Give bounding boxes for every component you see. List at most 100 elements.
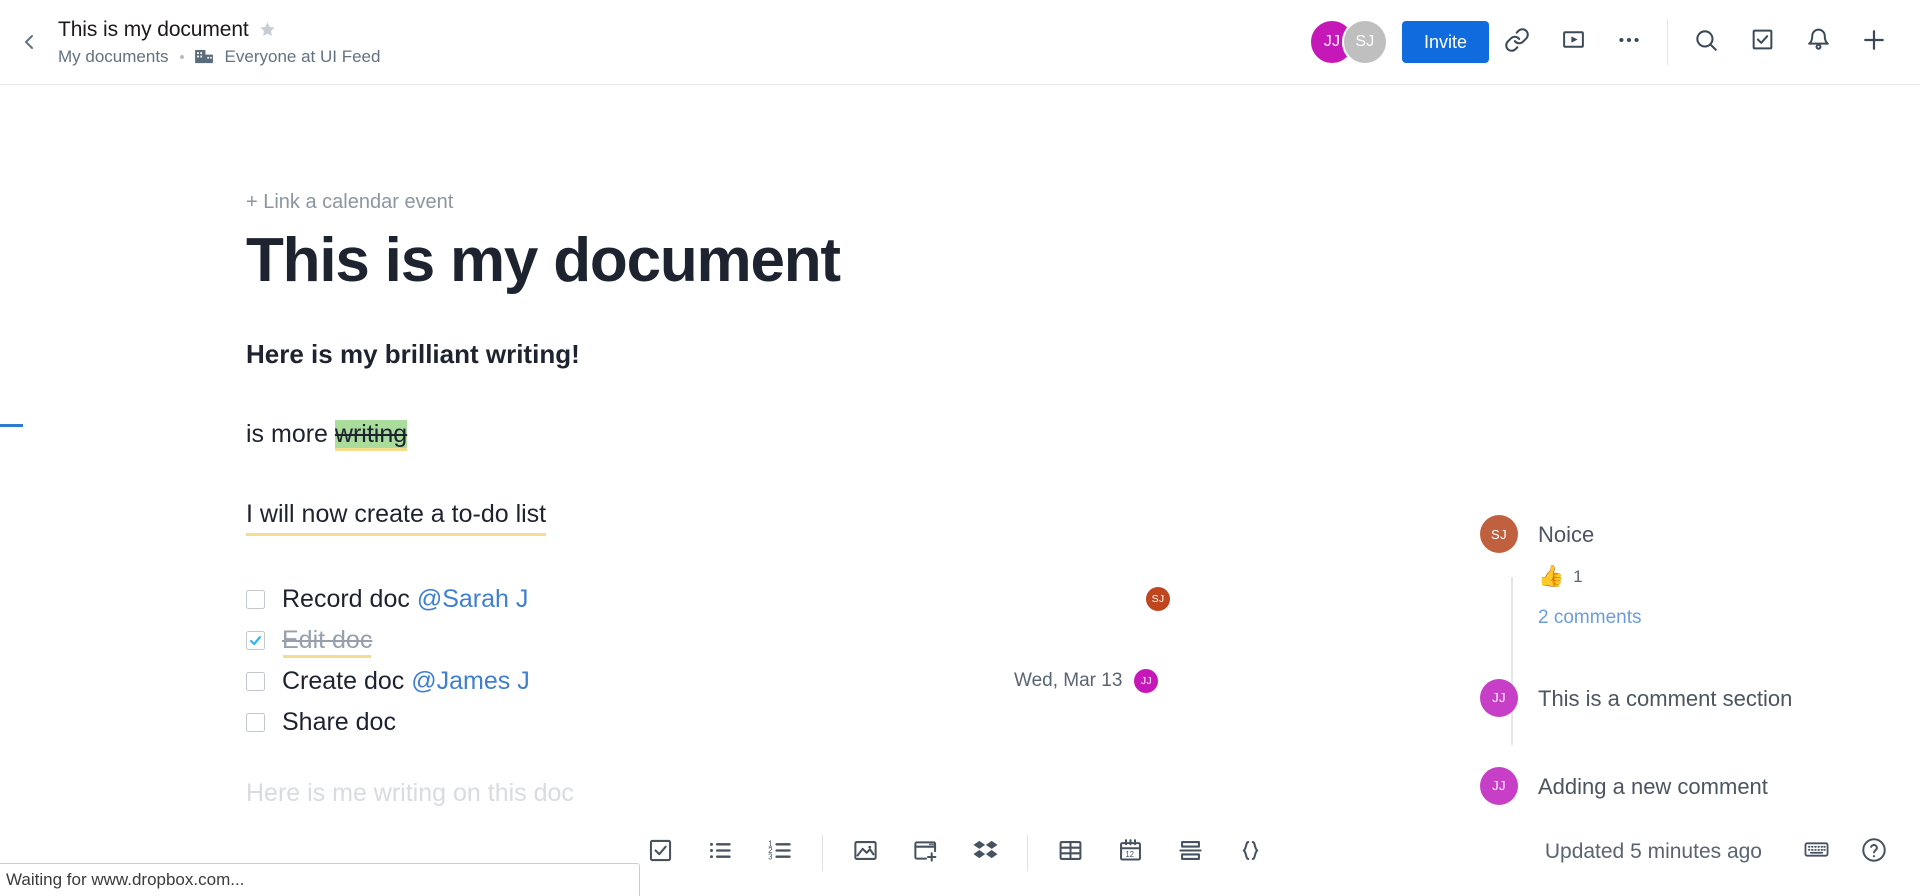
- bell-icon: [1806, 27, 1831, 57]
- embed-icon: [912, 837, 939, 869]
- more-options-button[interactable]: [1601, 14, 1657, 70]
- paragraph-text[interactable]: is more writing: [246, 418, 1920, 452]
- team-name: Everyone at UI Feed: [224, 46, 381, 66]
- insert-calendar-button[interactable]: 12: [1100, 824, 1160, 882]
- search-icon: [1693, 27, 1719, 58]
- view-comments-link[interactable]: 2 comments: [1538, 607, 1641, 629]
- star-icon[interactable]: [259, 21, 276, 38]
- assignee-avatar[interactable]: SJ: [1146, 587, 1170, 612]
- tasks-button[interactable]: [1734, 14, 1790, 70]
- invite-button[interactable]: Invite: [1401, 21, 1489, 63]
- checklist-meta: SJ: [1146, 587, 1170, 612]
- checklist-mention[interactable]: @James J: [404, 667, 529, 696]
- doc-title-row: This is my document: [58, 18, 380, 42]
- thumbs-up-icon: 👍: [1538, 564, 1565, 588]
- building-icon: [194, 49, 214, 64]
- assignee-avatar[interactable]: JJ: [1134, 669, 1159, 694]
- browser-status-text: Waiting for www.dropbox.com...: [6, 870, 245, 889]
- comment-spacer: [1480, 629, 1900, 679]
- checklist-mention[interactable]: @Sarah J: [410, 585, 529, 614]
- comment-avatar[interactable]: JJ: [1480, 678, 1518, 717]
- plus-icon: [1860, 26, 1888, 59]
- paragraph-marker: [0, 424, 23, 428]
- video-icon: [1561, 27, 1586, 57]
- assignee-initials: SJ: [1151, 593, 1165, 606]
- comment-body: This is a comment section: [1538, 679, 1792, 713]
- breadcrumb-separator: [179, 54, 184, 59]
- document-heading[interactable]: This is my document: [246, 226, 1920, 295]
- notifications-button[interactable]: [1790, 14, 1846, 70]
- keyboard-icon: [1803, 836, 1830, 868]
- title-block: This is my document My documents Everyon…: [58, 18, 380, 67]
- insert-embed-button[interactable]: [895, 824, 955, 882]
- svg-text:3: 3: [768, 852, 773, 861]
- comment-text: This is a comment section: [1538, 685, 1793, 711]
- image-icon: [852, 837, 879, 869]
- document-title[interactable]: This is my document: [58, 18, 249, 42]
- bulleted-list-button[interactable]: [690, 824, 750, 882]
- comment-item[interactable]: JJ Adding a new comment: [1480, 766, 1900, 805]
- comment-thread-root[interactable]: SJ Noice 👍 1 2 comments: [1480, 515, 1900, 629]
- comment-text: Adding a new comment: [1538, 773, 1768, 799]
- bulleted-list-icon: [707, 837, 734, 869]
- insert-code-button[interactable]: [1220, 824, 1280, 882]
- paragraph-row: is more writing: [0, 418, 1920, 452]
- code-icon: [1237, 837, 1264, 869]
- checklist-label: Record doc: [282, 584, 410, 613]
- insert-table-button[interactable]: [1040, 824, 1100, 882]
- create-new-button[interactable]: [1846, 14, 1902, 70]
- more-horizontal-icon: [1616, 27, 1642, 58]
- document-subheading[interactable]: Here is my brilliant writing!: [246, 339, 1920, 370]
- avatar-initials: JJ: [1323, 33, 1341, 50]
- copy-link-button[interactable]: [1489, 14, 1545, 70]
- top-bar: This is my document My documents Everyon…: [0, 0, 1920, 85]
- numbered-list-button[interactable]: 1 2 3: [750, 824, 810, 882]
- back-button[interactable]: [6, 19, 52, 65]
- breadcrumb: My documents Everyone at UI Feed: [58, 47, 380, 67]
- comment-spacer: [1480, 717, 1900, 767]
- breadcrumb-my-documents[interactable]: My documents: [58, 47, 169, 67]
- checkbox[interactable]: [246, 589, 265, 609]
- checklist-icon: [647, 837, 674, 869]
- dropbox-paper-app: This is my document My documents Everyon…: [0, 0, 1920, 896]
- bottom-right-status: Updated 5 minutes ago: [1545, 826, 1900, 878]
- insert-divider-button[interactable]: [1160, 824, 1220, 882]
- help-button[interactable]: [1848, 826, 1900, 878]
- checkbox[interactable]: [246, 630, 265, 650]
- svg-text:12: 12: [1125, 850, 1134, 859]
- assignee-initials: JJ: [1140, 675, 1152, 688]
- calendar-icon: 12: [1117, 837, 1144, 869]
- tasks-icon: [1750, 27, 1775, 57]
- checklist-label: Create doc: [282, 666, 405, 695]
- link-calendar-event-button[interactable]: + Link a calendar event: [246, 191, 453, 214]
- toolbar-divider: [1027, 835, 1028, 871]
- insert-image-button[interactable]: [835, 824, 895, 882]
- present-button[interactable]: [1545, 14, 1601, 70]
- comment-avatar-initials: JJ: [1492, 778, 1506, 793]
- checkbox[interactable]: [246, 671, 265, 691]
- formatting-tools: 1 2 3 12: [630, 824, 1280, 882]
- comments-sidebar: SJ Noice 👍 1 2 comments JJ This is a com…: [1480, 515, 1900, 805]
- comment-avatar-initials: SJ: [1491, 526, 1507, 542]
- avatar-initials: SJ: [1355, 33, 1375, 50]
- comment-avatar[interactable]: SJ: [1480, 515, 1518, 553]
- mention-text: @James J: [411, 666, 530, 695]
- paragraph-prefix: is more: [246, 420, 335, 449]
- checkbox[interactable]: [246, 712, 265, 732]
- divider-icon: [1177, 837, 1204, 869]
- team-chip[interactable]: Everyone at UI Feed: [194, 46, 381, 67]
- insert-dropbox-file-button[interactable]: [955, 824, 1015, 882]
- comment-avatar[interactable]: JJ: [1480, 766, 1518, 805]
- comment-item[interactable]: JJ This is a comment section: [1480, 678, 1900, 717]
- numbered-list-icon: 1 2 3: [767, 837, 794, 869]
- reaction-chip[interactable]: 👍 1: [1538, 565, 1583, 589]
- top-bar-actions: JJ SJ Invite: [1308, 0, 1920, 84]
- toolbar-divider: [1667, 19, 1668, 65]
- search-button[interactable]: [1678, 14, 1734, 70]
- updated-status: Updated 5 minutes ago: [1544, 840, 1762, 863]
- checklist-label: Edit doc: [282, 625, 373, 654]
- keyboard-shortcuts-button[interactable]: [1790, 826, 1842, 878]
- due-date[interactable]: Wed, Mar 13: [1014, 670, 1122, 692]
- avatar[interactable]: SJ: [1341, 19, 1388, 65]
- highlighted-struck-text: writing: [334, 420, 408, 449]
